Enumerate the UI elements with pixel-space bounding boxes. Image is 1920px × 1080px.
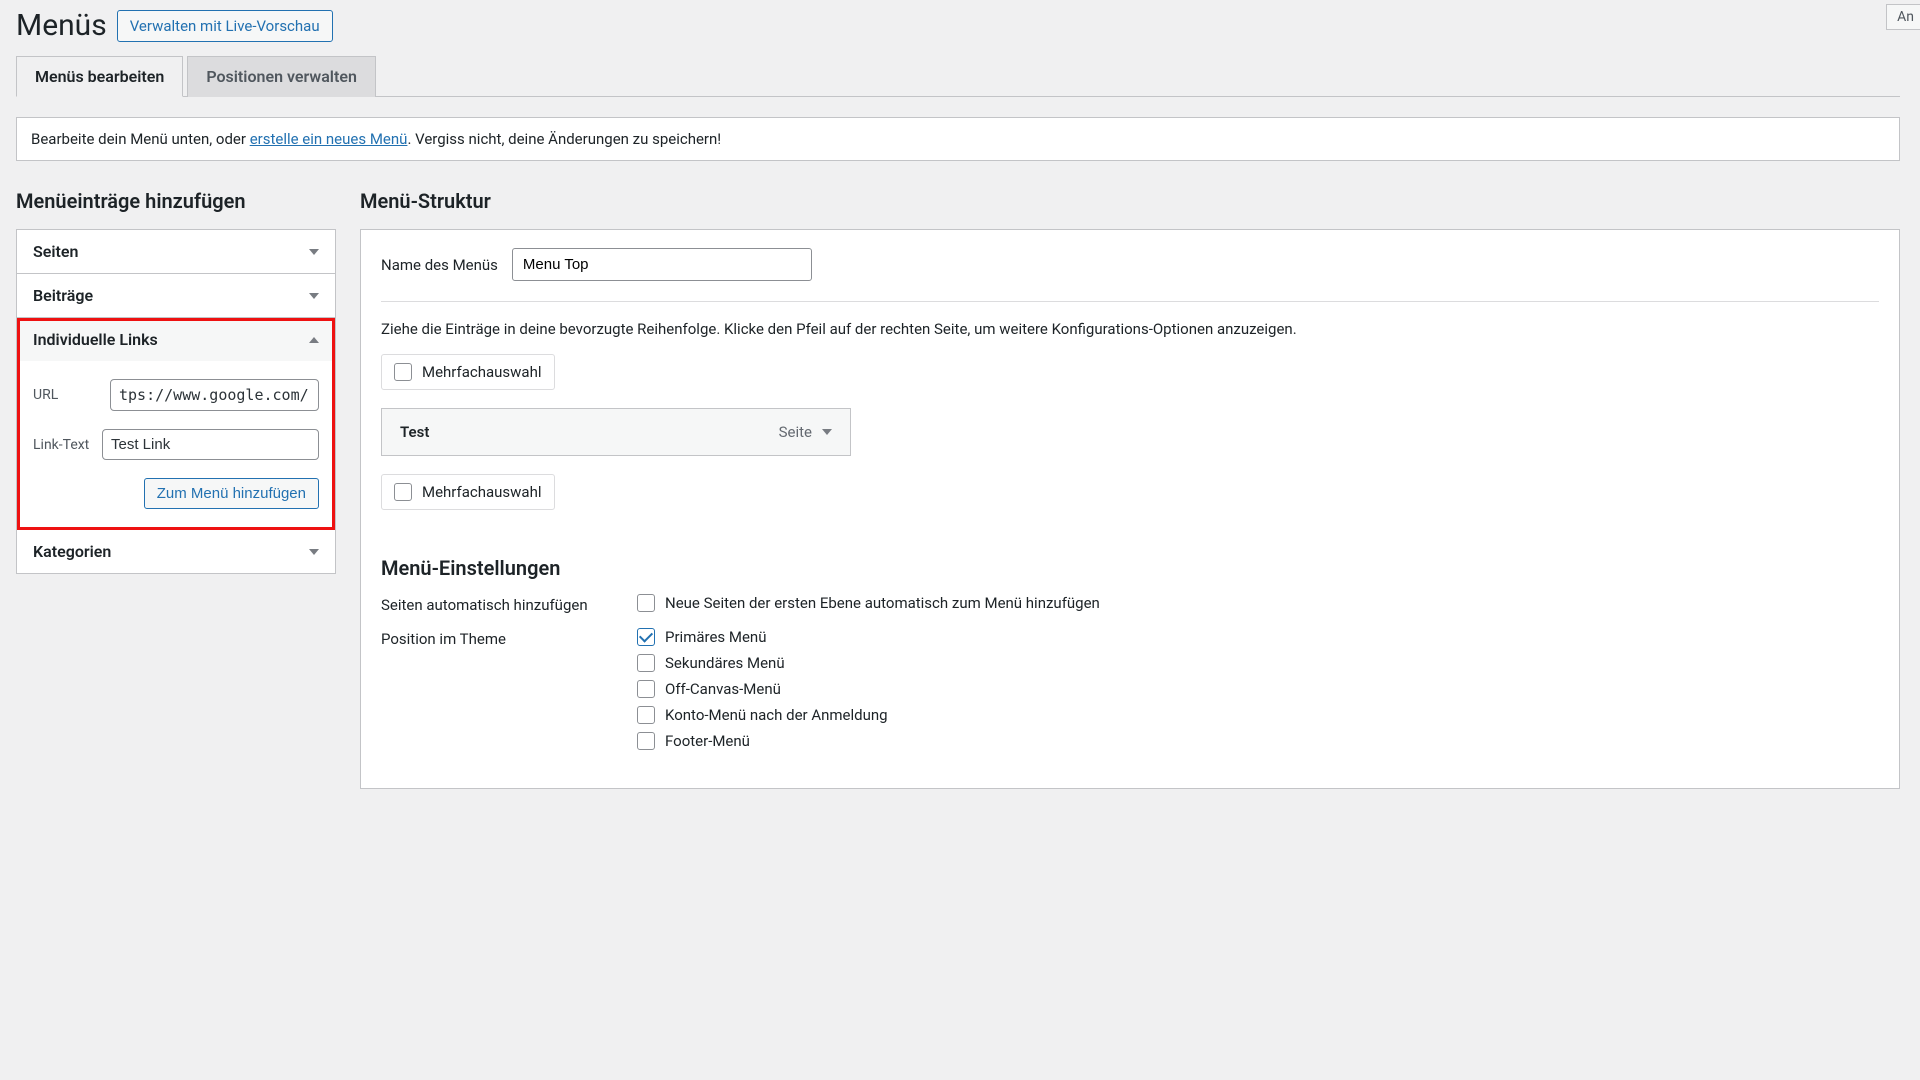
checkbox-icon <box>637 654 655 672</box>
add-items-heading: Menüeinträge hinzufügen <box>16 189 336 213</box>
multi-select-bottom[interactable]: Mehrfachauswahl <box>381 474 555 510</box>
drag-hint: Ziehe die Einträge in deine bevorzugte R… <box>381 320 1879 338</box>
checkbox-icon <box>637 680 655 698</box>
screen-options-fragment[interactable]: An <box>1886 4 1920 30</box>
live-preview-button[interactable]: Verwalten mit Live-Vorschau <box>117 10 333 42</box>
chevron-down-icon <box>309 249 319 255</box>
nav-tabs: Menüs bearbeiten Positionen verwalten <box>16 55 1900 97</box>
theme-position-option[interactable]: Konto-Menü nach der Anmeldung <box>637 706 888 724</box>
url-label: URL <box>33 387 98 403</box>
auto-add-label: Seiten automatisch hinzufügen <box>381 594 637 614</box>
link-text-input[interactable] <box>102 429 319 460</box>
panel-categories: Kategorien <box>17 530 335 573</box>
tab-edit-menus[interactable]: Menüs bearbeiten <box>16 56 183 97</box>
link-text-label: Link-Text <box>33 437 90 453</box>
menu-name-label: Name des Menüs <box>381 256 498 274</box>
menu-item-type: Seite <box>779 423 812 441</box>
theme-position-option[interactable]: Primäres Menü <box>637 628 888 646</box>
menu-item[interactable]: Test Seite <box>381 408 851 456</box>
theme-position-option-label: Primäres Menü <box>665 628 766 646</box>
page-title: Menüs <box>16 8 107 43</box>
auto-add-option-label: Neue Seiten der ersten Ebene automatisch… <box>665 594 1100 612</box>
accordion: Seiten Beiträge Individuelle Links <box>16 229 336 574</box>
panel-custom-links: Individuelle Links URL Link-Text <box>17 318 335 530</box>
menu-structure-heading: Menü-Struktur <box>360 189 1900 213</box>
auto-add-option[interactable]: Neue Seiten der ersten Ebene automatisch… <box>637 594 1100 612</box>
chevron-up-icon <box>309 337 319 343</box>
checkbox-icon <box>637 628 655 646</box>
checkbox-icon <box>637 594 655 612</box>
chevron-down-icon <box>309 293 319 299</box>
panel-custom-links-title: Individuelle Links <box>33 330 158 349</box>
panel-pages: Seiten <box>17 230 335 274</box>
create-new-menu-link[interactable]: erstelle ein neues Menü <box>250 130 408 148</box>
tab-manage-locations[interactable]: Positionen verwalten <box>187 56 376 97</box>
panel-posts-title: Beiträge <box>33 286 93 305</box>
info-text-before: Bearbeite dein Menü unten, oder <box>31 130 250 148</box>
menu-settings-heading: Menü-Einstellungen <box>381 556 1879 580</box>
url-input[interactable] <box>110 379 319 411</box>
checkbox-icon <box>637 706 655 724</box>
menu-name-input[interactable] <box>512 248 812 281</box>
add-to-menu-button[interactable]: Zum Menü hinzufügen <box>144 478 319 509</box>
panel-categories-header[interactable]: Kategorien <box>17 530 335 573</box>
info-banner: Bearbeite dein Menü unten, oder erstelle… <box>16 117 1900 161</box>
theme-position-option-label: Off-Canvas-Menü <box>665 680 781 698</box>
panel-posts-header[interactable]: Beiträge <box>17 274 335 317</box>
theme-position-option-label: Sekundäres Menü <box>665 654 785 672</box>
multi-select-label: Mehrfachauswahl <box>422 483 542 501</box>
checkbox-icon <box>394 483 412 501</box>
theme-position-label: Position im Theme <box>381 628 637 648</box>
multi-select-top[interactable]: Mehrfachauswahl <box>381 354 555 390</box>
theme-position-option-label: Footer-Menü <box>665 732 750 750</box>
checkbox-icon <box>637 732 655 750</box>
chevron-down-icon <box>309 549 319 555</box>
theme-position-option-label: Konto-Menü nach der Anmeldung <box>665 706 888 724</box>
menu-item-name: Test <box>400 423 429 441</box>
panel-pages-title: Seiten <box>33 242 78 261</box>
panel-categories-title: Kategorien <box>33 542 111 561</box>
panel-custom-links-header[interactable]: Individuelle Links <box>17 318 335 361</box>
panel-pages-header[interactable]: Seiten <box>17 230 335 273</box>
multi-select-label: Mehrfachauswahl <box>422 363 542 381</box>
panel-posts: Beiträge <box>17 274 335 318</box>
info-text-after: . Vergiss nicht, deine Änderungen zu spe… <box>407 130 721 148</box>
theme-position-option[interactable]: Sekundäres Menü <box>637 654 888 672</box>
chevron-down-icon <box>822 429 832 435</box>
checkbox-icon <box>394 363 412 381</box>
theme-position-option[interactable]: Off-Canvas-Menü <box>637 680 888 698</box>
menu-panel: Name des Menüs Ziehe die Einträge in dei… <box>360 229 1900 789</box>
theme-position-option[interactable]: Footer-Menü <box>637 732 888 750</box>
